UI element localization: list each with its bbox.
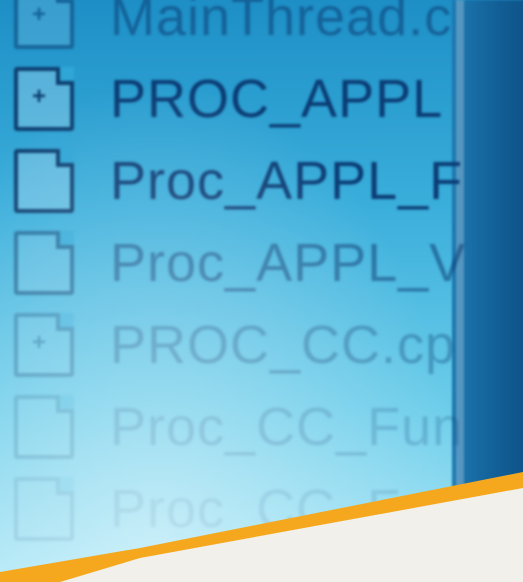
file-name: Proc_APPL_F <box>110 151 464 211</box>
c-source-file-icon: + <box>14 0 74 49</box>
file-list-item[interactable]: Proc_APPL_V <box>0 222 470 304</box>
file-list-item[interactable]: + PROC_CC.cp <box>0 304 470 386</box>
file-name: PROC_APPL <box>110 69 444 129</box>
file-list-item[interactable]: Proc_APPL_F <box>0 140 470 222</box>
c-source-file-icon: + <box>14 67 74 131</box>
file-name: Proc_APPL_V <box>110 233 467 293</box>
file-name: MainThread.c <box>110 0 453 47</box>
file-name: Proc_CC_F <box>110 479 402 539</box>
file-list: + MainThread.c + PROC_APPL Proc_APPL_F P… <box>0 0 470 550</box>
header-file-icon <box>14 477 74 541</box>
file-list-item[interactable]: + MainThread.c <box>0 0 470 58</box>
header-file-icon <box>14 149 74 213</box>
header-file-icon <box>14 395 74 459</box>
header-file-icon <box>14 231 74 295</box>
file-list-item[interactable]: + PROC_APPL <box>0 58 470 140</box>
file-name: PROC_CC.cp <box>110 315 457 375</box>
c-source-file-icon: + <box>14 313 74 377</box>
file-list-item[interactable]: Proc_CC_F <box>0 468 470 550</box>
file-name: Proc_CC_Fun <box>110 397 464 457</box>
file-list-item[interactable]: Proc_CC_Fun <box>0 386 470 468</box>
